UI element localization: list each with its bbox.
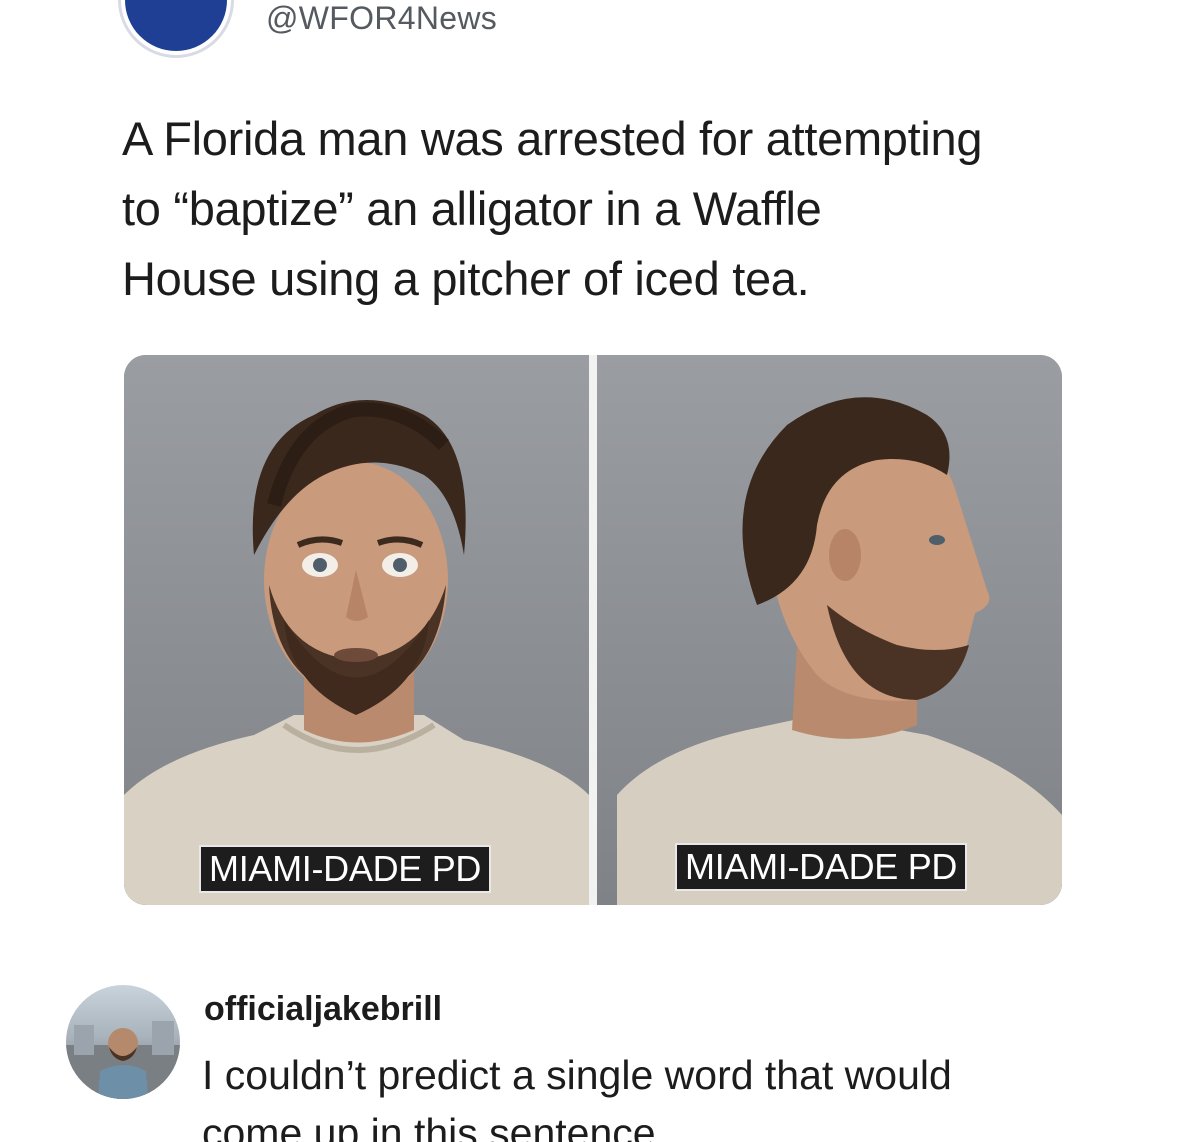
commenter-avatar-illustration (66, 1021, 180, 1099)
mugshot-image[interactable]: MIAMI-DADE PD MIAMI-DADE PD (124, 355, 1062, 905)
news-account-avatar[interactable]: 4 (118, 0, 234, 58)
post-screenshot: 4 @WFOR4News A Florida man was arrested … (0, 0, 1179, 1142)
mugshot-profile-photo: MIAMI-DADE PD (597, 355, 1062, 905)
photo-divider (589, 355, 597, 905)
commenter-avatar[interactable] (66, 985, 180, 1099)
police-label-profile: MIAMI-DADE PD (675, 843, 968, 891)
tweet-text: A Florida man was arrested for attemptin… (122, 112, 983, 305)
profile-portrait-illustration (617, 397, 1062, 905)
logo-ring (125, 0, 227, 51)
front-portrait-illustration (124, 400, 589, 905)
comment-text: I couldn’t predict a single word that wo… (202, 1052, 952, 1142)
account-handle[interactable]: @WFOR4News (266, 0, 497, 37)
commenter-username[interactable]: officialjakebrill (204, 990, 442, 1029)
police-label-front: MIAMI-DADE PD (199, 845, 492, 893)
mugshot-front-photo: MIAMI-DADE PD (124, 355, 589, 905)
